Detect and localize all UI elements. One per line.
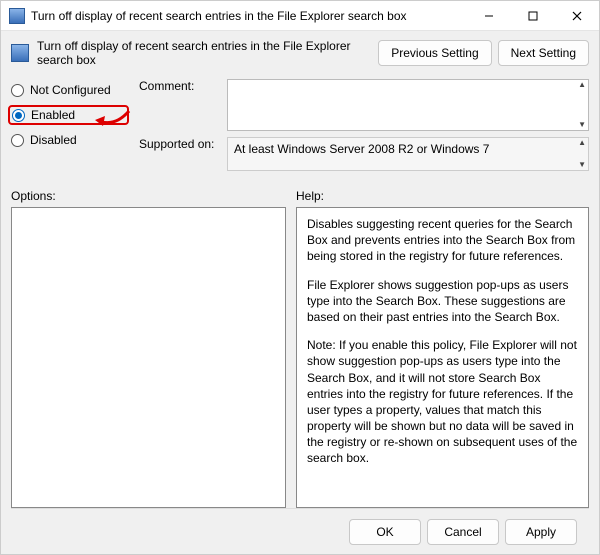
ok-button[interactable]: OK bbox=[349, 519, 421, 545]
radio-label: Disabled bbox=[30, 133, 77, 147]
help-paragraph: Disables suggesting recent queries for t… bbox=[307, 216, 578, 265]
comment-label: Comment: bbox=[139, 79, 227, 131]
minimize-button[interactable] bbox=[467, 1, 511, 30]
supported-on-value: At least Windows Server 2008 R2 or Windo… bbox=[227, 137, 589, 171]
cancel-button[interactable]: Cancel bbox=[427, 519, 499, 545]
radio-not-configured[interactable]: Not Configured bbox=[11, 83, 129, 97]
options-label: Options: bbox=[11, 189, 296, 203]
caret-up-icon[interactable]: ▲ bbox=[578, 140, 586, 146]
help-panel: Disables suggesting recent queries for t… bbox=[296, 207, 589, 508]
maximize-button[interactable] bbox=[511, 1, 555, 30]
radio-label: Not Configured bbox=[30, 83, 111, 97]
radio-dot-icon bbox=[12, 109, 25, 122]
help-paragraph: Note: If you enable this policy, File Ex… bbox=[307, 337, 578, 467]
help-label: Help: bbox=[296, 189, 324, 203]
previous-setting-button[interactable]: Previous Setting bbox=[378, 40, 491, 66]
caret-down-icon[interactable]: ▼ bbox=[578, 162, 586, 168]
close-button[interactable] bbox=[555, 1, 599, 30]
window-title: Turn off display of recent search entrie… bbox=[31, 9, 467, 23]
apply-button[interactable]: Apply bbox=[505, 519, 577, 545]
setting-icon bbox=[11, 44, 29, 62]
setting-name: Turn off display of recent search entrie… bbox=[37, 39, 370, 67]
radio-label: Enabled bbox=[31, 108, 75, 122]
policy-icon bbox=[9, 8, 25, 24]
radio-dot-icon bbox=[11, 84, 24, 97]
caret-up-icon[interactable]: ▲ bbox=[578, 82, 586, 88]
options-panel bbox=[11, 207, 286, 508]
help-paragraph: File Explorer shows suggestion pop-ups a… bbox=[307, 277, 578, 326]
next-setting-button[interactable]: Next Setting bbox=[498, 40, 589, 66]
radio-dot-icon bbox=[11, 134, 24, 147]
titlebar: Turn off display of recent search entrie… bbox=[1, 1, 599, 31]
caret-down-icon[interactable]: ▼ bbox=[578, 122, 586, 128]
policy-editor-window: Turn off display of recent search entrie… bbox=[0, 0, 600, 555]
supported-on-label: Supported on: bbox=[139, 137, 227, 171]
annotation-arrow-icon bbox=[93, 107, 131, 136]
comment-textarea[interactable]: ▲ ▼ bbox=[227, 79, 589, 131]
dialog-footer: OK Cancel Apply bbox=[11, 508, 589, 554]
